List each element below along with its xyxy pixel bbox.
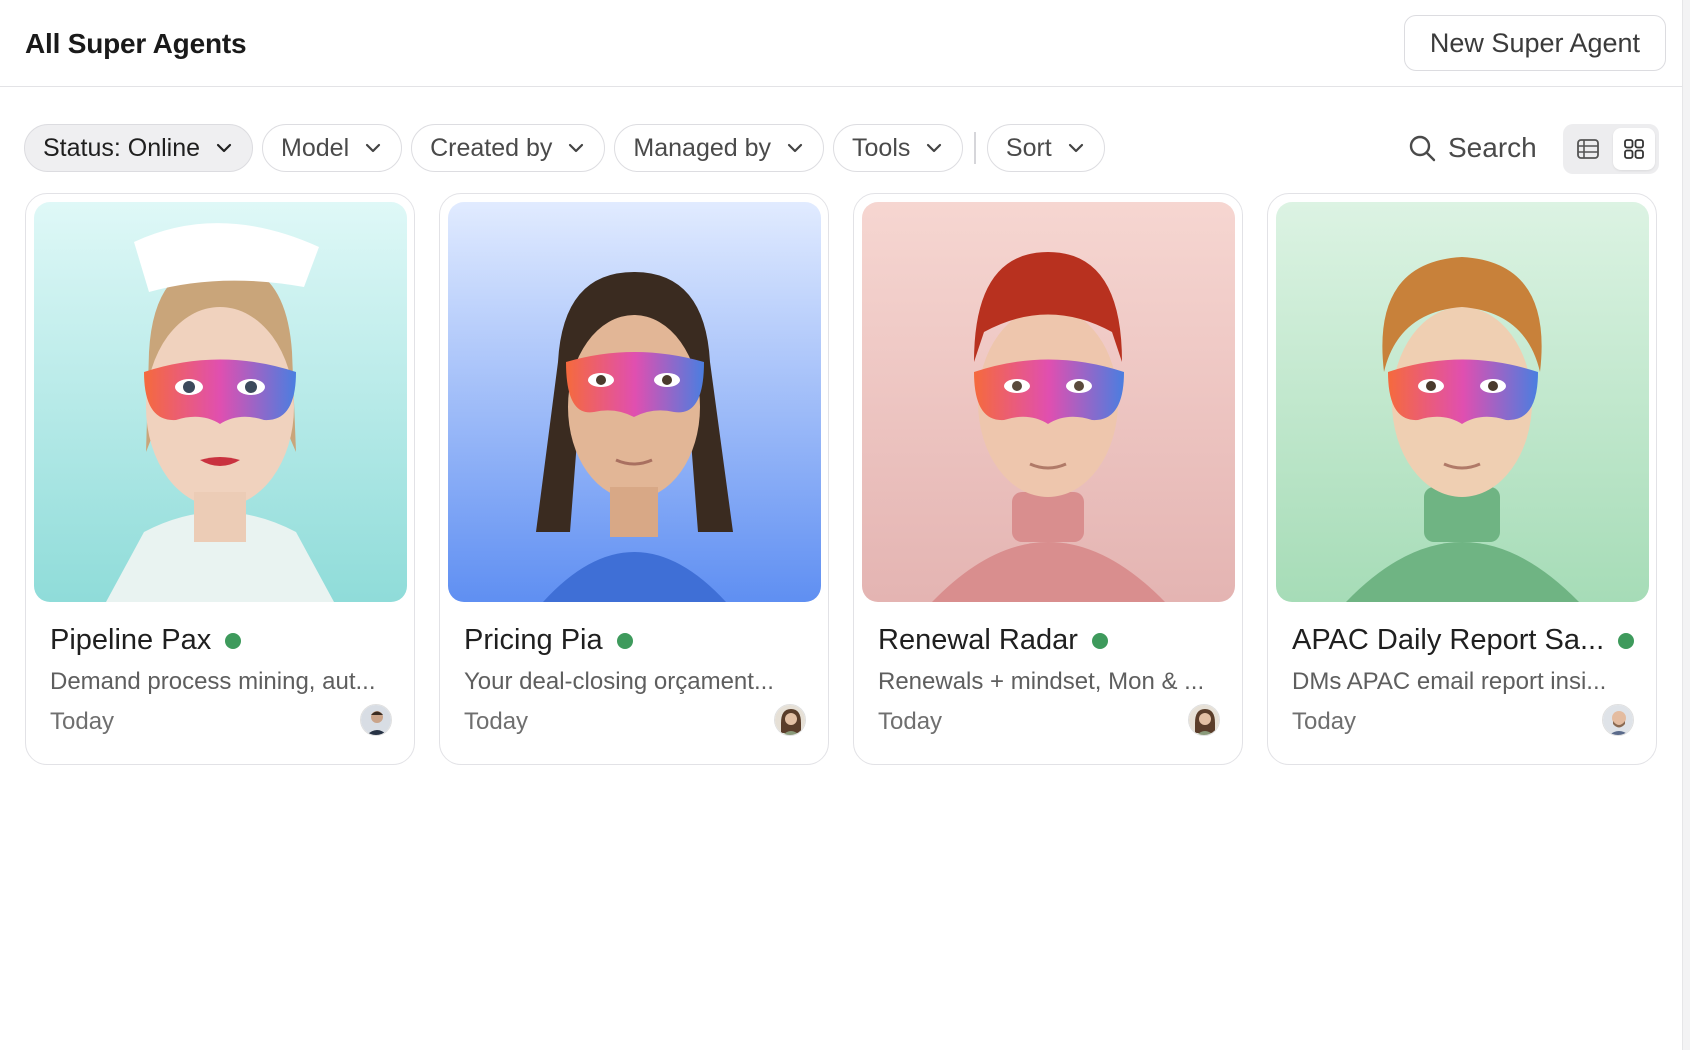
online-status-dot	[225, 632, 242, 649]
agent-name-row: Renewal Radar	[878, 624, 1108, 657]
agent-name-row: APAC Daily Report Sa...	[1292, 624, 1635, 657]
model-filter-label: Model	[281, 133, 350, 162]
filter-divider	[974, 132, 976, 164]
online-status-dot	[1091, 632, 1108, 649]
agent-name: APAC Daily Report Sa...	[1292, 624, 1605, 656]
agent-card-grid: Pipeline Pax Demand process mining, aut.…	[25, 193, 1657, 765]
scrollbar-track[interactable]	[1682, 0, 1690, 1050]
agent-date: Today	[464, 708, 529, 735]
table-view-icon	[1577, 139, 1599, 159]
page-header: All Super Agents New Super Agent	[0, 0, 1682, 87]
search-icon	[1409, 135, 1436, 162]
agent-card[interactable]: Pricing Pia Your deal-closing orçament..…	[439, 193, 829, 765]
status-filter-label: Status: Online	[43, 133, 201, 162]
agent-name: Renewal Radar	[878, 624, 1078, 656]
created-by-filter[interactable]: Created by	[411, 124, 606, 172]
created-by-filter-label: Created by	[430, 133, 553, 162]
agent-card[interactable]: APAC Daily Report Sa... DMs APAC email r…	[1267, 193, 1657, 765]
chevron-down-icon	[216, 143, 232, 153]
view-toggle	[1563, 124, 1659, 174]
agent-name-row: Pipeline Pax	[50, 624, 242, 657]
status-filter[interactable]: Status: Online	[24, 124, 254, 172]
owner-avatar[interactable]	[1188, 704, 1220, 736]
agent-description: Your deal-closing orçament...	[464, 668, 774, 695]
agent-portrait	[862, 202, 1235, 602]
page-title: All Super Agents	[25, 28, 247, 59]
owner-avatar[interactable]	[1602, 704, 1634, 736]
owner-avatar[interactable]	[360, 704, 392, 736]
filter-bar: Status: Online Model Created by Managed …	[24, 124, 1105, 172]
agent-description: DMs APAC email report insi...	[1292, 668, 1607, 695]
agent-date: Today	[50, 708, 115, 735]
agent-description: Demand process mining, aut...	[50, 668, 376, 695]
online-status-dot	[616, 632, 633, 649]
agent-card[interactable]: Renewal Radar Renewals + mindset, Mon & …	[853, 193, 1243, 765]
app-root: All Super Agents New Super Agent Status:…	[0, 0, 1690, 1050]
chevron-down-icon	[366, 143, 381, 153]
model-filter[interactable]: Model	[262, 124, 403, 172]
tools-filter[interactable]: Tools	[833, 124, 964, 172]
grid-view-button[interactable]	[1613, 128, 1655, 170]
agent-description: Renewals + mindset, Mon & ...	[878, 668, 1205, 695]
agent-date: Today	[1292, 708, 1357, 735]
agent-name: Pricing Pia	[464, 624, 603, 656]
chevron-down-icon	[1068, 143, 1083, 153]
new-super-agent-button[interactable]: New Super Agent	[1404, 15, 1666, 71]
online-status-dot	[1618, 632, 1635, 649]
agent-portrait	[34, 202, 407, 602]
search-button[interactable]: Search	[1408, 124, 1537, 172]
agent-date: Today	[878, 708, 943, 735]
tools-filter-label: Tools	[852, 133, 911, 162]
chevron-down-icon	[787, 143, 803, 153]
chevron-down-icon	[927, 143, 942, 153]
owner-avatar[interactable]	[774, 704, 806, 736]
sort-label: Sort	[1005, 133, 1052, 162]
managed-by-filter[interactable]: Managed by	[614, 124, 825, 172]
managed-by-filter-label: Managed by	[633, 133, 772, 162]
search-label: Search	[1448, 132, 1537, 163]
sort-dropdown[interactable]: Sort	[986, 124, 1105, 172]
chevron-down-icon	[569, 143, 584, 153]
grid-view-icon	[1624, 139, 1644, 159]
agent-portrait	[448, 202, 821, 602]
agent-card[interactable]: Pipeline Pax Demand process mining, aut.…	[25, 193, 415, 765]
table-view-button[interactable]	[1567, 128, 1609, 170]
agent-name: Pipeline Pax	[50, 624, 212, 656]
agent-name-row: Pricing Pia	[464, 624, 633, 657]
agent-portrait	[1276, 202, 1649, 602]
